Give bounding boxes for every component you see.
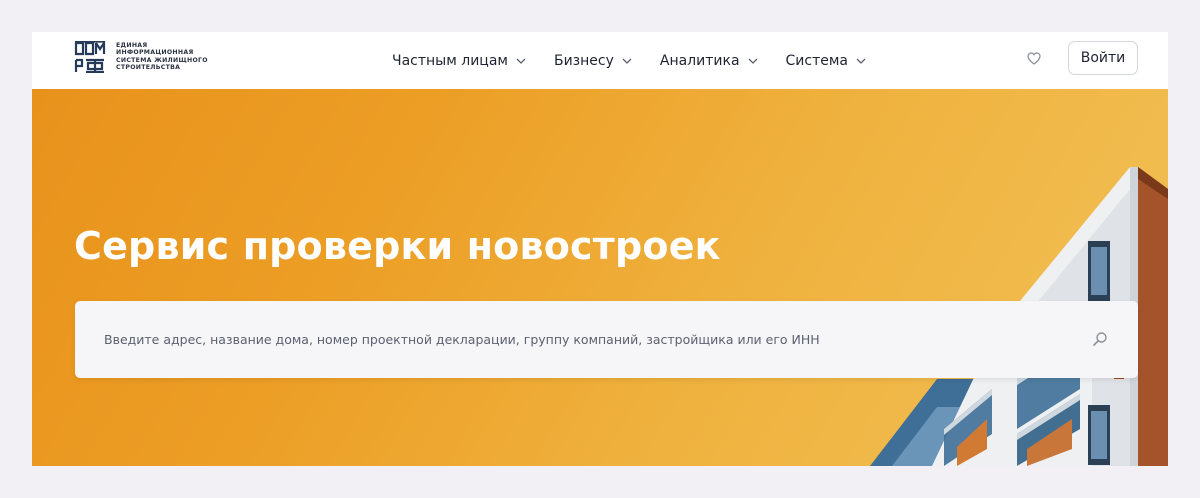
logo-line-1: ЕДИНАЯ	[116, 42, 148, 49]
logo-line-4: СТРОИТЕЛЬСТВА	[116, 63, 181, 71]
chevron-down-icon	[856, 58, 866, 64]
main-nav: Частным лицам Бизнесу Аналитика Система	[392, 32, 894, 89]
nav-item-business[interactable]: Бизнесу	[554, 53, 632, 69]
nav-item-analytics[interactable]: Аналитика	[660, 53, 758, 69]
building-photo	[870, 167, 1168, 466]
hero-title: Сервис проверки новостроек	[74, 224, 721, 268]
search-box	[75, 301, 1138, 378]
chevron-down-icon	[748, 58, 757, 64]
nav-item-label: Бизнесу	[553, 52, 614, 69]
logo-line-3: СИСТЕМА ЖИЛИЩНОГО	[116, 56, 208, 64]
top-header: ЕДИНАЯ ИНФОРМАЦИОННАЯ СИСТЕМА ЖИЛИЩНОГО …	[32, 32, 1168, 89]
nav-item-label: Система	[785, 52, 849, 69]
logo-text: ЕДИНАЯ ИНФОРМАЦИОННАЯ СИСТЕМА ЖИЛИЩНОГО …	[116, 41, 208, 71]
heart-icon[interactable]	[1027, 52, 1041, 65]
hero-banner: Сервис проверки новостроек	[32, 89, 1168, 466]
chevron-down-icon	[622, 58, 632, 64]
page-frame: ЕДИНАЯ ИНФОРМАЦИОННАЯ СИСТЕМА ЖИЛИЩНОГО …	[32, 32, 1168, 466]
search-input[interactable]	[104, 332, 1064, 347]
nav-item-label: Частным лицам	[392, 52, 508, 69]
login-button[interactable]: Войти	[1068, 41, 1138, 75]
logo-line-2: ИНФОРМАЦИОННАЯ	[116, 49, 194, 57]
nav-item-label: Аналитика	[659, 52, 740, 69]
dom-rf-logo-mark	[74, 41, 106, 73]
search-icon[interactable]	[1092, 331, 1108, 347]
nav-item-system[interactable]: Система	[786, 53, 866, 69]
chevron-down-icon	[516, 58, 526, 64]
logo[interactable]: ЕДИНАЯ ИНФОРМАЦИОННАЯ СИСТЕМА ЖИЛИЩНОГО …	[74, 41, 208, 73]
nav-item-individuals[interactable]: Частным лицам	[392, 53, 526, 69]
